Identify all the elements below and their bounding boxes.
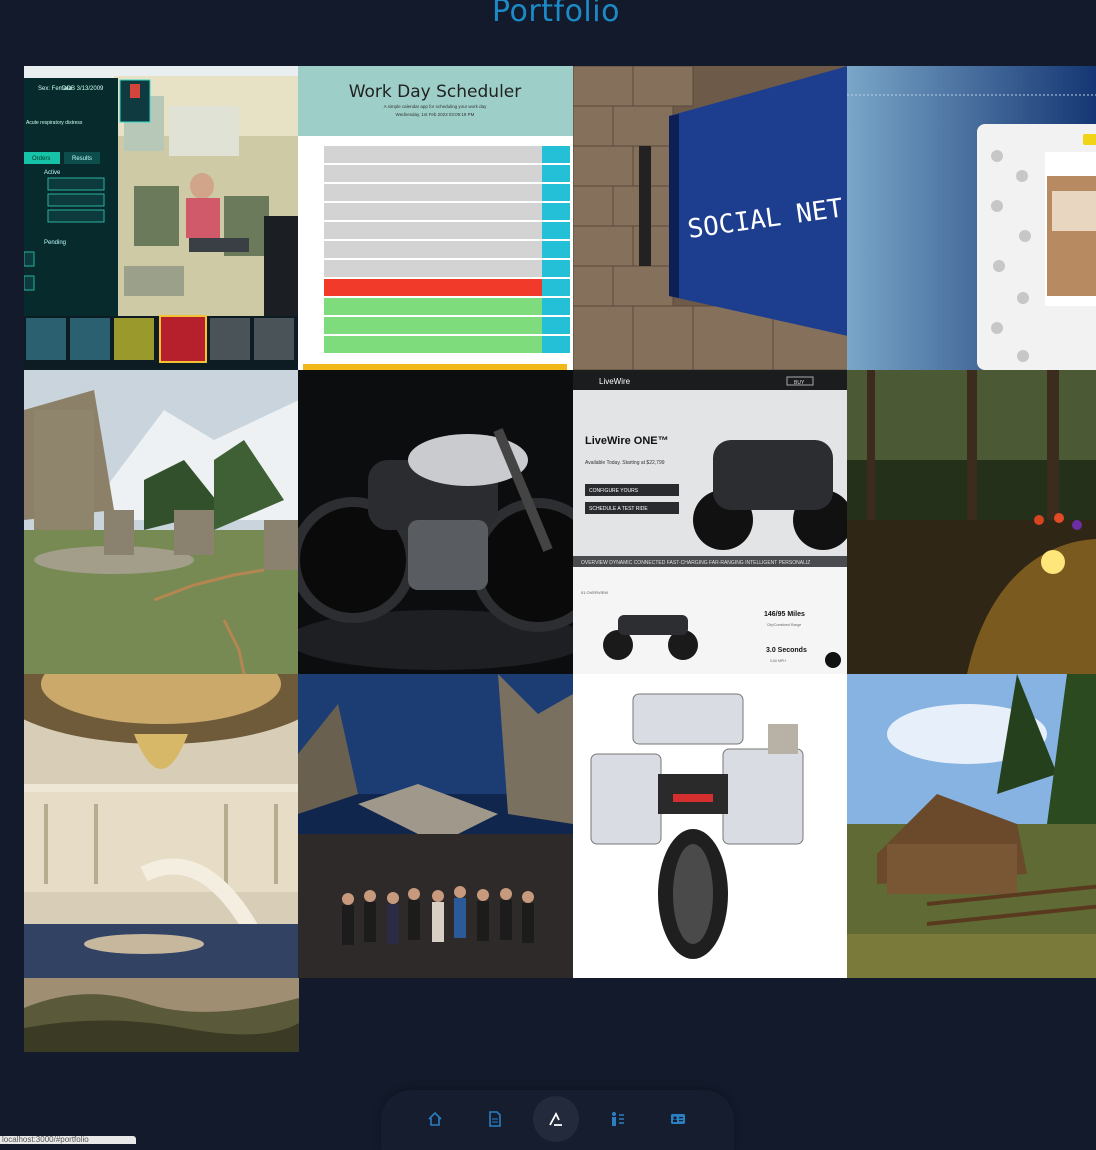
portfolio-item-atrium-render[interactable] — [24, 674, 299, 978]
scheduler-hour-row — [324, 279, 542, 296]
livewire-nav-strip: OVERVIEW DYNAMIC CONNECTED FAST-CHARGING… — [581, 560, 810, 566]
orders-tab: Orders — [32, 156, 50, 162]
scheduler-hour-row — [324, 241, 542, 258]
status-bar-url: localhost:3000/#portfolio — [0, 1136, 136, 1144]
home-icon — [428, 1111, 442, 1126]
portfolio-grid: Sex: Female DOB 3/13/2009 Acute respirat… — [24, 66, 1096, 1056]
experience-icon — [612, 1112, 624, 1126]
portfolio-item-motorcycle-render[interactable] — [298, 370, 573, 674]
scheduler-save-button — [542, 203, 570, 220]
scheduler-date: Wednesday, 1st Feb 2023 03:09:19 PM — [396, 112, 475, 117]
nav-experience-button[interactable] — [594, 1096, 640, 1142]
livewire-range-note: City/Combined Range — [767, 623, 801, 627]
contact-card-icon — [671, 1114, 685, 1124]
portfolio-item-social-network[interactable]: SOCIAL NET — [573, 66, 848, 370]
page-title: Portfolio — [492, 0, 620, 29]
livewire-accel-note: 0-60 MPH — [770, 659, 786, 663]
portfolio-item-livewire-site[interactable]: LiveWire BUY LiveWire ONE™ Available Tod… — [573, 370, 848, 674]
portfolio-icon — [549, 1112, 562, 1126]
scheduler-save-button — [542, 279, 570, 296]
active-label: Active — [44, 170, 61, 176]
scheduler-subtitle: A simple calendar app for scheduling you… — [384, 104, 488, 109]
livewire-price: Available Today. Starting at $22,799 — [585, 460, 665, 466]
scheduler-hour-row — [324, 317, 542, 334]
portfolio-item-team-photo[interactable] — [298, 674, 573, 978]
livewire-accel: 3.0 Seconds — [766, 647, 807, 654]
portfolio-item-gauntlet-scene[interactable] — [847, 370, 1096, 674]
pending-label: Pending — [44, 240, 66, 246]
portfolio-item-castle-scene[interactable] — [24, 370, 299, 674]
scheduler-hour-row — [324, 336, 542, 353]
livewire-overview-label: 01 OVERVIEW — [581, 590, 608, 595]
scheduler-hour-row — [324, 222, 542, 239]
scheduler-save-button — [542, 146, 570, 163]
portfolio-item-cabin-scene[interactable] — [847, 674, 1096, 978]
portfolio-item-pet-app[interactable] — [847, 66, 1096, 370]
livewire-ride-button: SCHEDULE A TEST RIDE — [589, 506, 648, 512]
bottom-nav-dock — [381, 1090, 734, 1150]
scheduler-save-button — [542, 222, 570, 239]
scheduler-hour-row — [324, 146, 542, 163]
scheduler-save-button — [542, 317, 570, 334]
scheduler-hour-row — [324, 165, 542, 182]
nav-home-button[interactable] — [412, 1096, 458, 1142]
scheduler-hour-row — [324, 298, 542, 315]
complaint-text: Acute respiratory distress — [26, 120, 83, 126]
scheduler-hour-row — [324, 260, 542, 277]
portfolio-item-landscape[interactable] — [24, 978, 299, 1052]
portfolio-item-medical-sim[interactable]: Sex: Female DOB 3/13/2009 Acute respirat… — [24, 66, 299, 370]
nav-portfolio-button[interactable] — [533, 1096, 579, 1142]
scheduler-save-button — [542, 165, 570, 182]
nav-resume-button[interactable] — [472, 1096, 518, 1142]
scheduler-save-button — [542, 298, 570, 315]
scheduler-title: Work Day Scheduler — [349, 82, 522, 102]
document-icon — [489, 1111, 501, 1127]
portfolio-item-work-day-scheduler[interactable]: Work Day Scheduler A simple calendar app… — [298, 66, 573, 370]
portfolio-item-motorcycle-luggage[interactable] — [573, 674, 848, 978]
status-url-text: localhost:3000/#portfolio — [2, 1136, 89, 1144]
scheduler-save-button — [542, 336, 570, 353]
livewire-brand: LiveWire — [599, 377, 631, 386]
livewire-range: 146/95 Miles — [764, 611, 805, 618]
scheduler-save-button — [542, 241, 570, 258]
scheduler-hour-row — [324, 203, 542, 220]
results-tab: Results — [72, 156, 92, 162]
livewire-model: LiveWire ONE™ — [585, 435, 669, 447]
livewire-configure-button: CONFIGURE YOURS — [589, 488, 639, 494]
livewire-menu-label: BUY — [794, 380, 805, 386]
scheduler-save-button — [542, 184, 570, 201]
scheduler-save-button — [542, 260, 570, 277]
dob-text: DOB 3/13/2009 — [62, 86, 104, 92]
nav-contact-button[interactable] — [655, 1096, 701, 1142]
scheduler-hour-row — [324, 184, 542, 201]
